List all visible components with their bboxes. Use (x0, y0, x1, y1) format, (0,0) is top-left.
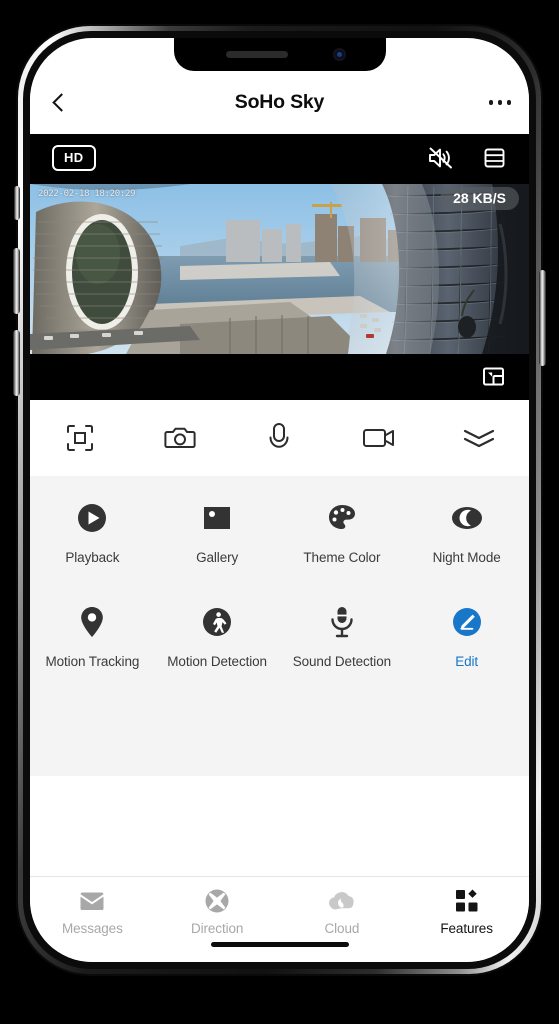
grid-features-icon (455, 888, 479, 914)
feature-label: Motion Tracking (45, 654, 140, 669)
bottom-tab-bar: Messages Direction Cloud Features (30, 876, 529, 962)
player-bottom-bar (30, 354, 529, 400)
mute-switch[interactable] (14, 186, 20, 220)
more-options-icon (488, 100, 494, 105)
feature-label: Edit (455, 654, 479, 669)
camera-icon (164, 427, 196, 448)
feature-label: Night Mode (432, 550, 501, 565)
talk-button[interactable] (230, 422, 330, 454)
tab-features[interactable]: Features (404, 888, 529, 962)
device-notch (173, 38, 386, 71)
split-layout-icon[interactable] (482, 146, 507, 170)
tab-cloud[interactable]: Cloud (280, 888, 405, 962)
tab-label: Direction (190, 921, 244, 936)
walking-person-icon (201, 602, 233, 642)
direction-pad-icon (204, 888, 230, 914)
quick-action-bar (30, 400, 529, 476)
feature-row-2: Motion Tracking Motion Detection Sound D… (30, 602, 529, 670)
player-top-bar: HD (30, 134, 529, 182)
player-top-actions (428, 146, 507, 170)
home-indicator[interactable] (210, 942, 349, 947)
front-camera (332, 48, 346, 61)
video-player[interactable]: HD 2022-02-18 18:20:29 28 KB/S (30, 134, 529, 400)
double-chevron-down-icon (463, 429, 495, 448)
feature-label: Playback (65, 550, 120, 565)
tab-label: Features (440, 921, 493, 936)
record-button[interactable] (329, 425, 429, 451)
page-title: SoHo Sky (234, 91, 325, 113)
earpiece-speaker (225, 51, 288, 58)
feature-row-1: Playback Gallery Theme Color Night Mode (30, 498, 529, 566)
feature-label: Sound Detection (292, 654, 392, 669)
feature-label: Theme Color (303, 550, 381, 565)
feature-night-mode[interactable]: Night Mode (404, 498, 529, 566)
image-icon (201, 498, 233, 538)
pencil-circle-icon (451, 602, 483, 642)
palette-icon (326, 498, 358, 538)
chevron-left-icon (51, 93, 71, 112)
tab-label: Cloud (324, 921, 360, 936)
video-timestamp: 2022-02-18 18:20:29 (38, 189, 136, 199)
video-frame[interactable]: 2022-02-18 18:20:29 28 KB/S (30, 184, 529, 354)
snapshot-button[interactable] (130, 423, 230, 453)
back-button[interactable] (30, 71, 88, 134)
feature-panel: Playback Gallery Theme Color Night Mode … (30, 476, 529, 776)
feature-gallery[interactable]: Gallery (155, 498, 280, 566)
expand-more-button[interactable] (429, 427, 529, 449)
bitrate-badge: 28 KB/S (440, 187, 519, 210)
fullscreen-icon (66, 425, 93, 451)
feature-motion-detection[interactable]: Motion Detection (155, 602, 280, 670)
more-options-button[interactable] (471, 71, 529, 134)
cloud-icon (328, 888, 356, 914)
feature-motion-tracking[interactable]: Motion Tracking (30, 602, 155, 670)
tab-messages[interactable]: Messages (30, 888, 155, 962)
app-header: SoHo Sky (30, 71, 529, 134)
moon-eye-icon (449, 498, 485, 538)
microphone-detect-icon (327, 602, 357, 642)
volume-down-button[interactable] (13, 330, 20, 396)
phone-screen: SoHo Sky HD 2022-02-18 18:20:29 28 KB/S … (30, 38, 529, 962)
feature-theme-color[interactable]: Theme Color (280, 498, 405, 566)
volume-up-button[interactable] (13, 248, 20, 314)
feature-playback[interactable]: Playback (30, 498, 155, 566)
fullscreen-button[interactable] (30, 423, 130, 453)
feature-edit[interactable]: Edit (404, 602, 529, 670)
feature-sound-detection[interactable]: Sound Detection (280, 602, 405, 670)
envelope-icon (79, 888, 105, 914)
power-button[interactable] (539, 270, 546, 366)
tab-label: Messages (62, 921, 123, 936)
speaker-muted-icon[interactable] (428, 146, 455, 170)
video-camera-icon (363, 429, 395, 447)
microphone-icon (269, 423, 289, 448)
feature-label: Gallery (196, 550, 239, 565)
map-pin-icon (78, 602, 106, 642)
tab-direction[interactable]: Direction (155, 888, 280, 962)
feature-label: Motion Detection (167, 654, 267, 669)
screenshot-root: SoHo Sky HD 2022-02-18 18:20:29 28 KB/S … (0, 0, 559, 1024)
picture-in-picture-icon[interactable] (481, 365, 507, 389)
play-circle-icon (76, 498, 108, 538)
quality-badge[interactable]: HD (52, 145, 96, 171)
